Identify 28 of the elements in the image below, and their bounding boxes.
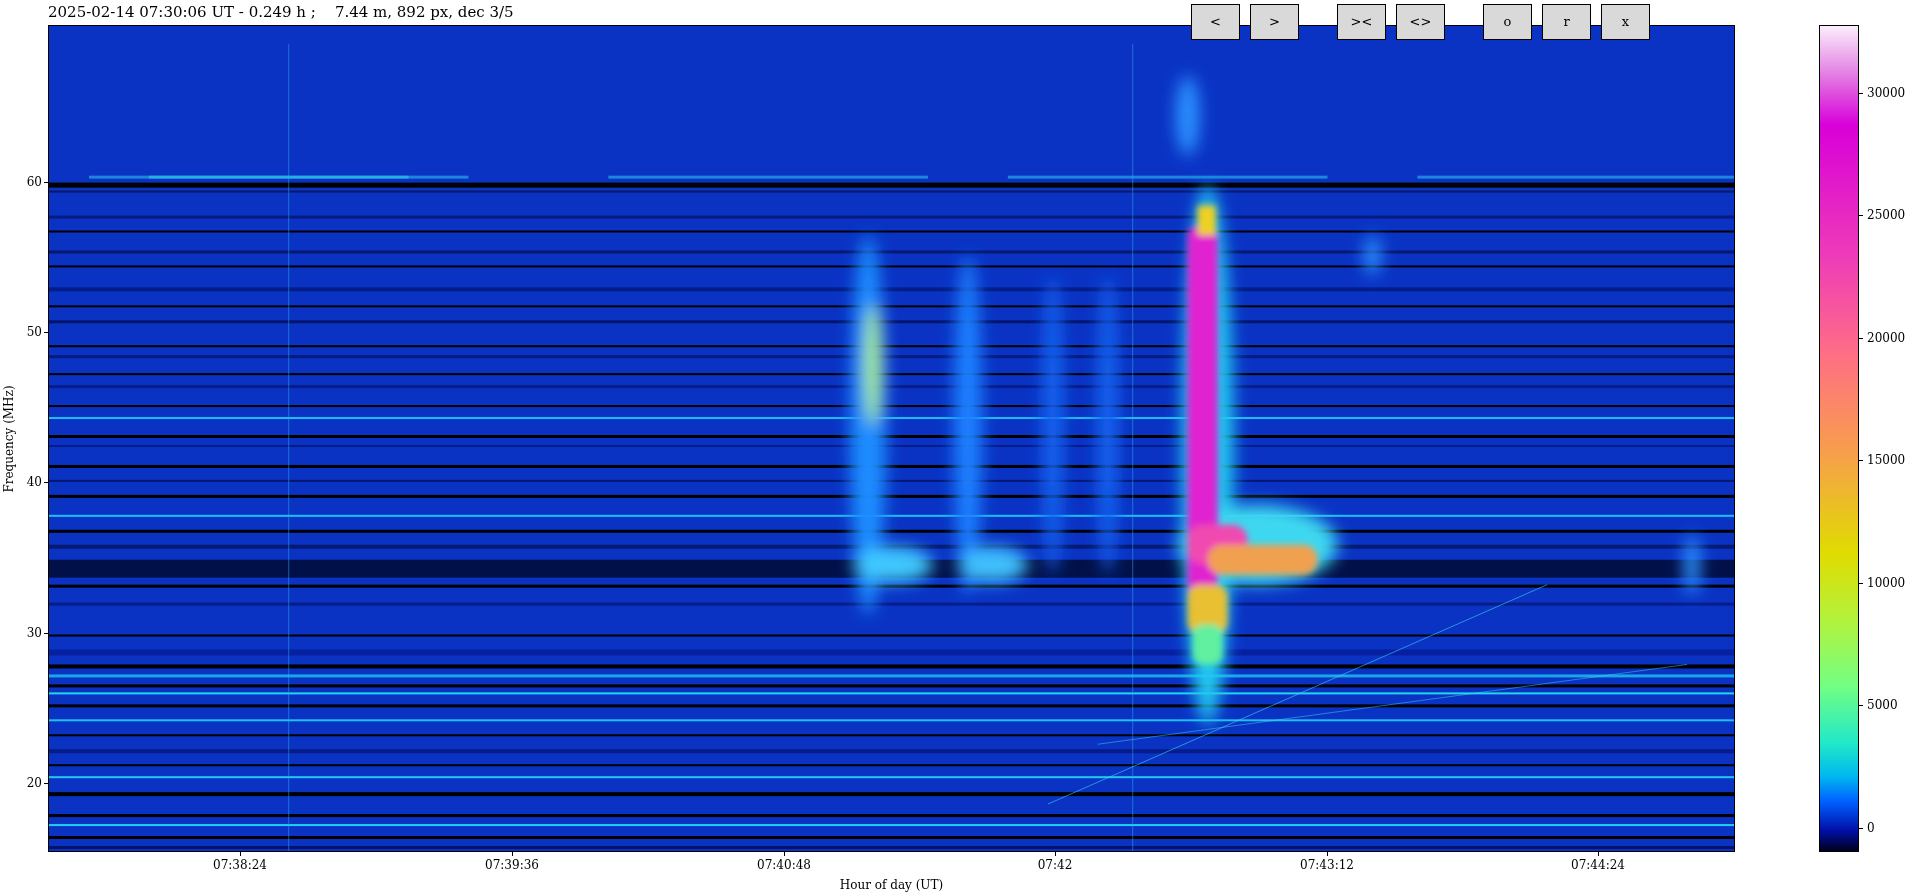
colorbar-tick-label: 15000 — [1867, 453, 1906, 467]
x-tick-label: 07:39:36 — [485, 858, 539, 872]
y-tick-label: 40 — [26, 475, 42, 489]
toolbar-button[interactable]: r — [1542, 4, 1591, 40]
y-axis-label: Frequency (MHz) — [1, 384, 17, 493]
toolbar-button[interactable]: > — [1250, 4, 1299, 40]
plot-title: 2025-02-14 07:30:06 UT - 0.249 h ; 7.44 m, 892 px, dec 3/5 — [48, 3, 514, 21]
toolbar-button[interactable]: o — [1483, 4, 1532, 40]
y-tick-label: 20 — [26, 776, 42, 790]
x-tick-label: 07:42 — [1037, 858, 1073, 872]
colorbar-tick-label: 20000 — [1867, 331, 1906, 345]
colorbar-tick-label: 10000 — [1867, 576, 1906, 590]
y-tick-label: 60 — [26, 175, 42, 189]
x-axis-label: Hour of day (UT) — [839, 878, 944, 892]
x-tick-label: 07:44:24 — [1571, 858, 1625, 872]
colorbar-tick-label: 25000 — [1867, 208, 1906, 222]
colorbar-tick-label: 0 — [1867, 821, 1875, 835]
toolbar-button[interactable]: < — [1191, 4, 1240, 40]
x-tick-label: 07:38:24 — [213, 858, 267, 872]
y-tick-label: 50 — [26, 325, 42, 339]
toolbar-button[interactable]: <> — [1396, 4, 1445, 40]
colorbar-tick-label: 30000 — [1867, 86, 1906, 100]
toolbar-button[interactable]: >< — [1337, 4, 1386, 40]
y-tick-label: 30 — [26, 626, 42, 640]
toolbar-button[interactable]: x — [1601, 4, 1650, 40]
colorbar-tick-label: 5000 — [1867, 698, 1898, 712]
x-tick-label: 07:40:48 — [757, 858, 811, 872]
x-tick-label: 07:43:12 — [1300, 858, 1354, 872]
